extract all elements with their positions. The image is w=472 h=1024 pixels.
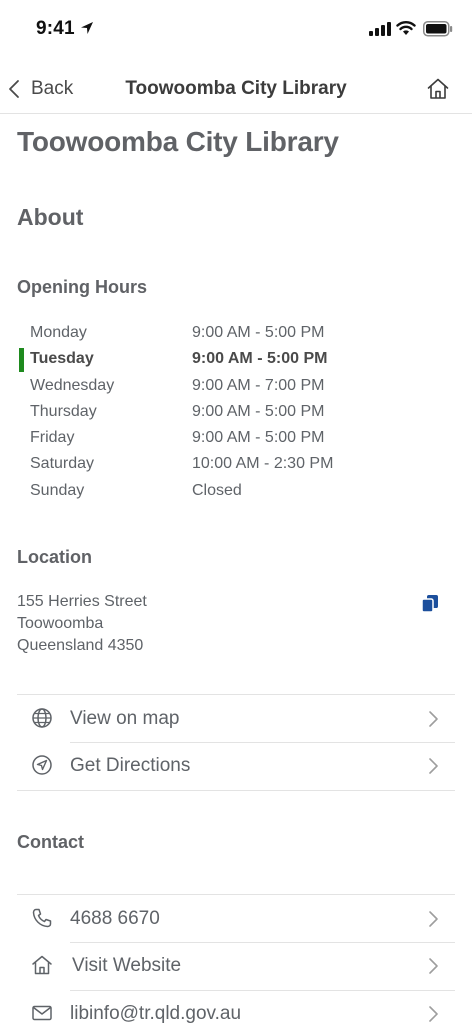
hours-time: 9:00 AM - 5:00 PM <box>192 402 325 420</box>
get-directions-row[interactable]: Get Directions <box>17 742 455 790</box>
row-divider <box>70 942 455 943</box>
hours-row-saturday: Saturday 10:00 AM - 2:30 PM <box>17 452 457 478</box>
hours-day: Friday <box>30 429 75 447</box>
copy-icon[interactable] <box>420 593 440 613</box>
address: 155 Herries Street Toowoomba Queensland … <box>17 591 147 657</box>
hours-day: Thursday <box>30 402 97 420</box>
hours-time: Closed <box>192 481 242 499</box>
chevron-right-icon <box>429 911 438 927</box>
page-title: Toowoomba City Library <box>17 126 339 157</box>
visit-website-row[interactable]: Visit Website <box>17 942 455 990</box>
chevron-right-icon <box>429 758 438 774</box>
hours-day: Wednesday <box>30 376 115 394</box>
hours-time: 9:00 AM - 5:00 PM <box>192 350 328 368</box>
row-divider <box>70 990 455 991</box>
hours-row-tuesday: Tuesday 9:00 AM - 5:00 PM <box>17 347 457 373</box>
chevron-right-icon <box>429 711 438 727</box>
hours-row-thursday: Thursday 9:00 AM - 5:00 PM <box>17 400 457 426</box>
hours-row-friday: Friday 9:00 AM - 5:00 PM <box>17 426 457 452</box>
chevron-right-icon <box>429 1006 438 1022</box>
navigation-icon <box>32 755 52 775</box>
hours-day: Sunday <box>30 481 85 499</box>
chevron-right-icon <box>429 958 438 974</box>
phone-row[interactable]: 4688 6670 <box>17 894 455 942</box>
cellular-signal-icon <box>369 22 391 36</box>
view-on-map-row[interactable]: View on map <box>17 694 455 742</box>
opening-hours-heading: Opening Hours <box>17 277 147 297</box>
home-icon[interactable] <box>426 77 450 101</box>
hours-row-wednesday: Wednesday 9:00 AM - 7:00 PM <box>17 374 457 400</box>
email-row[interactable]: libinfo@tr.qld.gov.au <box>17 990 455 1024</box>
contact-heading: Contact <box>17 832 84 852</box>
address-line: Toowoomba <box>17 615 104 632</box>
hours-time: 9:00 AM - 5:00 PM <box>192 429 325 447</box>
navigation-bar: Back Toowoomba City Library <box>0 62 472 114</box>
address-line: 155 Herries Street <box>17 593 147 610</box>
today-marker <box>19 348 24 373</box>
status-time: 9:41 <box>36 18 75 39</box>
globe-icon <box>32 708 52 728</box>
about-heading: About <box>17 204 84 230</box>
location-arrow-icon <box>81 22 93 34</box>
hours-time: 9:00 AM - 7:00 PM <box>192 376 325 394</box>
opening-hours-table: Monday 9:00 AM - 5:00 PM Tuesday 9:00 AM… <box>17 321 457 505</box>
section-divider <box>17 790 455 791</box>
wifi-icon <box>396 21 416 35</box>
hours-day: Monday <box>30 324 87 341</box>
hours-day: Tuesday <box>30 350 94 368</box>
phone-icon <box>32 908 52 928</box>
row-divider <box>70 742 455 743</box>
battery-icon <box>423 21 453 37</box>
address-line: Queensland 4350 <box>17 637 144 654</box>
hours-row-monday: Monday 9:00 AM - 5:00 PM <box>17 321 457 347</box>
mail-icon <box>32 1005 52 1021</box>
hours-time: 10:00 AM - 2:30 PM <box>192 455 334 473</box>
location-heading: Location <box>17 547 92 567</box>
row-label: View on map <box>70 708 180 729</box>
row-label: Visit Website <box>72 955 182 976</box>
hours-day: Saturday <box>30 455 95 473</box>
nav-title: Toowoomba City Library <box>125 78 347 99</box>
hours-row-sunday: Sunday Closed <box>17 479 457 505</box>
row-label: Get Directions <box>70 755 191 776</box>
row-label: 4688 6670 <box>70 908 160 929</box>
status-bar: 9:41 <box>0 0 472 58</box>
home-icon <box>32 955 52 975</box>
row-label: libinfo@tr.qld.gov.au <box>70 1003 242 1024</box>
hours-time: 9:00 AM - 5:00 PM <box>192 324 325 341</box>
